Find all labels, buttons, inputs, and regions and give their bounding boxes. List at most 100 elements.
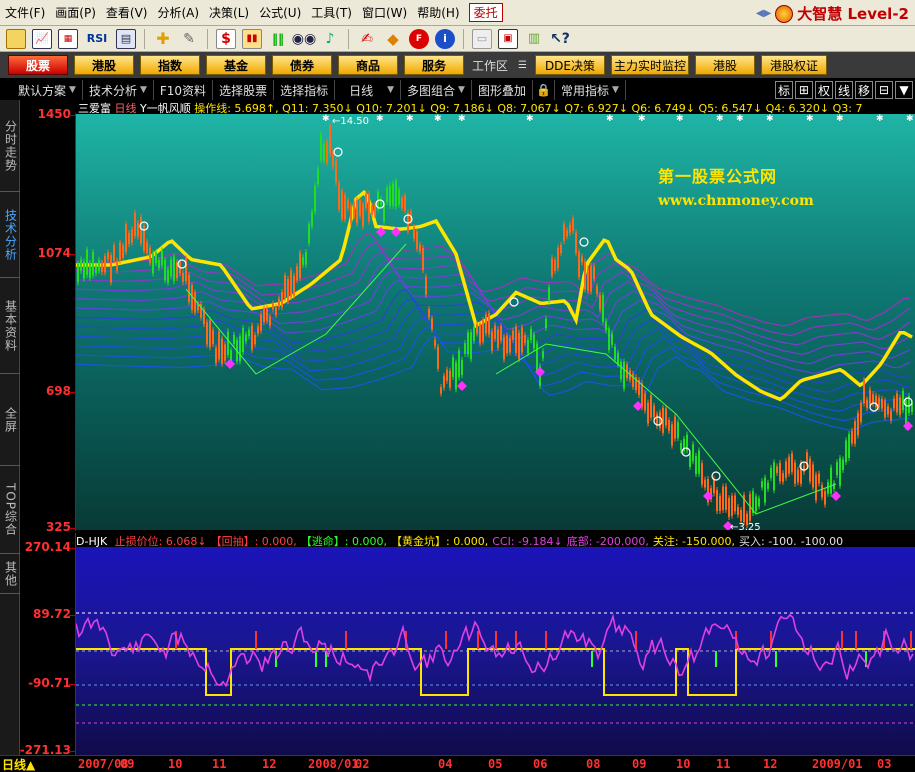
candle-body bbox=[440, 387, 442, 394]
period-indicator[interactable]: 日线▲ bbox=[2, 756, 36, 772]
candle-body bbox=[365, 193, 367, 208]
y-tick bbox=[69, 528, 75, 529]
f10-icon[interactable]: F bbox=[409, 28, 429, 49]
window-icon[interactable]: ▣ bbox=[498, 28, 518, 49]
candle-body bbox=[485, 314, 487, 334]
open-icon[interactable] bbox=[6, 28, 26, 49]
bell-icon[interactable]: ♪ bbox=[320, 29, 340, 49]
rights-button[interactable]: 权 bbox=[814, 81, 833, 99]
cat-index-button[interactable]: 指数 bbox=[140, 55, 200, 75]
menu-formula[interactable]: 公式(U) bbox=[254, 4, 306, 21]
indicator-value-7: 买入: -100. bbox=[739, 535, 797, 547]
date-label-16: 03 bbox=[877, 757, 892, 771]
candle-body bbox=[281, 292, 283, 308]
ws-dde-button[interactable]: DDE决策 bbox=[534, 55, 605, 75]
crosshair-icon[interactable]: ✚ bbox=[153, 29, 173, 49]
lock-icon[interactable]: 🔒 bbox=[533, 80, 555, 100]
candle-body bbox=[431, 318, 433, 330]
tab-fundamental[interactable]: 基本资料 bbox=[0, 278, 20, 374]
candle-body bbox=[863, 380, 865, 404]
multi-chart-dropdown[interactable]: 多图组合 ▼ bbox=[401, 80, 472, 100]
top-marker-star: ✱ bbox=[906, 114, 914, 124]
f10-button[interactable]: F10资料 bbox=[154, 80, 214, 100]
menu-help[interactable]: 帮助(H) bbox=[412, 4, 464, 21]
menu-tools[interactable]: 工具(T) bbox=[306, 4, 357, 21]
menu-window[interactable]: 窗口(W) bbox=[357, 4, 412, 21]
line-button[interactable]: 线 bbox=[834, 81, 853, 99]
collapse-button[interactable]: ⊟ bbox=[875, 81, 893, 99]
candle-body bbox=[674, 416, 676, 439]
tab-technical[interactable]: 技术分析 bbox=[0, 192, 20, 278]
ws-monitor-button[interactable]: 主力实时监控 bbox=[610, 55, 689, 75]
y-tick bbox=[69, 548, 75, 549]
ruler-icon[interactable]: ✎ bbox=[179, 29, 199, 49]
note-icon[interactable]: ✍ bbox=[357, 29, 377, 49]
candle-body bbox=[518, 332, 520, 360]
tech-analysis-dropdown[interactable]: 技术分析 ▼ bbox=[83, 80, 154, 100]
menu-decision[interactable]: 决策(L) bbox=[204, 4, 254, 21]
binocular-icon[interactable]: ◉◉ bbox=[292, 29, 316, 49]
chart-icon[interactable]: 📈 bbox=[32, 28, 52, 49]
diamond-icon[interactable]: ◆ bbox=[383, 29, 403, 49]
ws-hk-warrant-button[interactable]: 港股权证 bbox=[761, 55, 828, 75]
books-icon[interactable]: ▥ bbox=[524, 29, 544, 49]
candle-body bbox=[452, 357, 454, 378]
menu-trade-button[interactable]: 委托 bbox=[468, 3, 503, 22]
candle-body bbox=[566, 230, 568, 237]
ws-hk-button[interactable]: 港股 bbox=[695, 55, 755, 75]
left-tab-strip: 分时走势 技术分析 基本资料 全屏 TOP综合 其他 bbox=[0, 100, 20, 755]
blank-page-icon[interactable]: ▭ bbox=[472, 28, 492, 49]
candle-body bbox=[728, 498, 730, 518]
help-icon[interactable]: ↖? bbox=[550, 29, 570, 49]
mark-button[interactable]: 标 bbox=[774, 81, 793, 99]
candle-body bbox=[278, 298, 280, 307]
candle-body bbox=[242, 328, 244, 353]
category-bar: 股票 港股 指数 基金 债券 商品 服务 工作区 ☰ DDE决策 主力实时监控 … bbox=[0, 52, 915, 78]
ma-band-line bbox=[75, 307, 911, 403]
tab-fullscreen[interactable]: 全屏 bbox=[0, 374, 20, 466]
default-scheme-dropdown[interactable]: 默认方案 ▼ bbox=[0, 80, 83, 100]
move-button[interactable]: 移 bbox=[854, 81, 873, 99]
menu-view-screen[interactable]: 画面(P) bbox=[50, 4, 101, 21]
more-button[interactable]: ▼ bbox=[895, 81, 913, 99]
cat-service-button[interactable]: 服务 bbox=[404, 55, 464, 75]
select-indicator-button[interactable]: 选择指标 bbox=[274, 80, 336, 100]
date-label-12: 10 bbox=[676, 757, 691, 771]
top-marker-star: ✱ bbox=[766, 114, 774, 124]
candle-body bbox=[794, 462, 796, 484]
menu-view[interactable]: 查看(V) bbox=[101, 4, 153, 21]
cat-fund-button[interactable]: 基金 bbox=[206, 55, 266, 75]
tab-other[interactable]: 其他 bbox=[0, 554, 20, 594]
cat-stocks-button[interactable]: 股票 bbox=[8, 55, 68, 75]
buy-signal-diamond bbox=[457, 381, 467, 391]
period-dropdown[interactable]: 日线 ▼ bbox=[335, 80, 402, 100]
y-label-698: 698 bbox=[45, 384, 71, 398]
menu-file[interactable]: 文件(F) bbox=[0, 4, 50, 21]
candle-body bbox=[416, 231, 418, 249]
candle-body bbox=[854, 421, 856, 444]
common-indicator-dropdown[interactable]: 常用指标 ▼ bbox=[555, 80, 626, 100]
indicator-icon[interactable]: ▦ bbox=[58, 28, 78, 49]
kline-icon[interactable]: ▮▮ bbox=[242, 28, 262, 49]
menu-arrows-icon[interactable]: ◀▶ bbox=[756, 8, 771, 19]
grid-icon[interactable]: ▤ bbox=[116, 28, 136, 49]
workspace-menu-icon[interactable]: ☰ bbox=[516, 55, 529, 75]
candle-body bbox=[614, 346, 616, 360]
candle-body bbox=[95, 265, 97, 274]
select-stock-button[interactable]: 选择股票 bbox=[213, 80, 275, 100]
menu-analysis[interactable]: 分析(A) bbox=[152, 4, 204, 21]
candle-body bbox=[125, 224, 127, 252]
cat-commodity-button[interactable]: 商品 bbox=[338, 55, 398, 75]
tab-intraday[interactable]: 分时走势 bbox=[0, 100, 20, 192]
cat-hk-button[interactable]: 港股 bbox=[74, 55, 134, 75]
indicator-chart-area[interactable] bbox=[75, 547, 915, 755]
candle-body bbox=[77, 263, 79, 283]
rsi-icon[interactable]: RSI bbox=[84, 29, 110, 49]
overlay-button[interactable]: 图形叠加 bbox=[472, 80, 533, 100]
tab-top[interactable]: TOP综合 bbox=[0, 466, 20, 554]
expand-button[interactable]: ⊞ bbox=[794, 81, 813, 99]
cat-bond-button[interactable]: 债券 bbox=[272, 55, 332, 75]
info-icon[interactable]: i bbox=[435, 28, 455, 49]
bars-icon[interactable]: ‖‖ bbox=[268, 29, 288, 49]
dollar-icon[interactable]: $ bbox=[216, 28, 236, 49]
